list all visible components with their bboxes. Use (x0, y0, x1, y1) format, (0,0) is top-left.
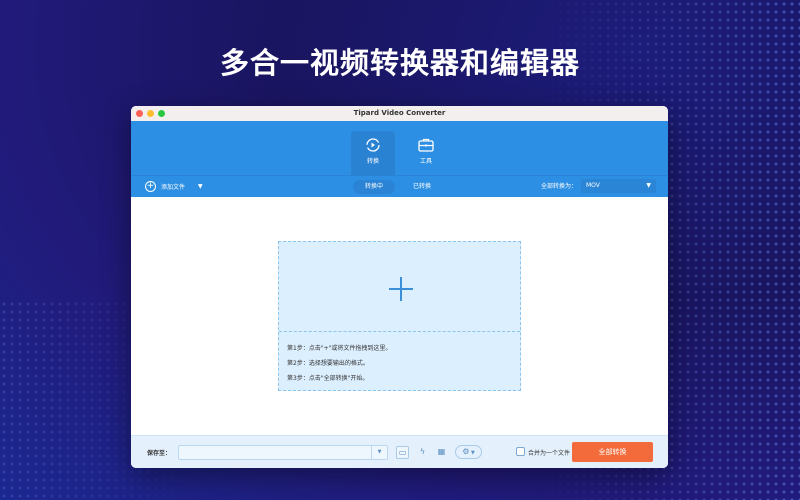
bottom-bar: 保存至： ▼ ▭ ϟ ▦ ⚙ ▼ 合并为一个文件 全部转换 (131, 435, 668, 468)
convert-all-button[interactable]: 全部转换 (572, 442, 653, 462)
format-select[interactable]: MOV ▼ (581, 179, 656, 193)
gpu-accel-button[interactable]: ▦ (435, 446, 448, 459)
hardware-accel-button[interactable]: ϟ (416, 446, 429, 459)
tab-tools[interactable]: 工具 (404, 131, 448, 175)
divider (279, 331, 520, 332)
chevron-down-icon[interactable]: ▼ (198, 183, 203, 190)
tab-convert[interactable]: 转换 (351, 131, 395, 175)
main-tabs: 转换 工具 (131, 121, 668, 175)
chevron-down-icon: ▼ (646, 182, 651, 189)
settings-button[interactable]: ⚙ ▼ (455, 445, 482, 459)
toolbox-icon (418, 138, 434, 152)
minimize-button[interactable] (147, 110, 154, 117)
close-button[interactable] (136, 110, 143, 117)
save-path-input[interactable]: ▼ (178, 445, 388, 460)
open-folder-button[interactable]: ▭ (396, 446, 409, 459)
add-file-label: 添加文件 (161, 184, 186, 191)
tab-label: 转换 (366, 158, 379, 165)
add-file-button[interactable]: + 添加文件 ▼ (145, 181, 203, 192)
merge-checkbox[interactable] (516, 447, 525, 456)
convert-all-to-label: 全部转换为： (541, 183, 578, 190)
step-text: 第1步：点击"+"或将文件拖拽到这里。 (287, 345, 392, 352)
toolbar: + 添加文件 ▼ 转换中 已转换 全部转换为： MOV ▼ (131, 175, 668, 197)
convert-icon (366, 138, 380, 152)
file-area: 第1步：点击"+"或将文件拖拽到这里。 第2步：选择想要输出的格式。 第3步：点… (131, 197, 668, 435)
merge-label: 合并为一个文件 (528, 450, 571, 457)
headline: 多合一视频转换器和编辑器 (219, 46, 580, 80)
chevron-down-icon[interactable]: ▼ (371, 446, 387, 459)
save-to-label: 保存至： (147, 450, 172, 457)
subtab-converting[interactable]: 转换中 (353, 180, 395, 194)
title-bar: Tipard Video Converter (131, 106, 668, 121)
zoom-button[interactable] (158, 110, 165, 117)
step-text: 第3步：点击"全部转换"开始。 (287, 375, 369, 382)
window-title: Tipard Video Converter (353, 109, 446, 117)
format-value: MOV (586, 182, 600, 189)
add-icon: + (145, 181, 156, 192)
plus-icon[interactable] (389, 277, 413, 301)
folder-icon: ▭ (398, 448, 407, 457)
subtab-converted[interactable]: 已转换 (406, 180, 438, 194)
app-window: Tipard Video Converter 转换 工具 + 添加文件 ▼ 转换… (131, 106, 668, 468)
step-text: 第2步：选择想要输出的格式。 (287, 360, 369, 367)
tab-label: 工具 (419, 158, 432, 165)
dropzone[interactable]: 第1步：点击"+"或将文件拖拽到这里。 第2步：选择想要输出的格式。 第3步：点… (278, 241, 521, 391)
chevron-down-icon: ▼ (469, 450, 475, 456)
lightning-icon: ϟ (419, 447, 426, 456)
gpu-icon: ▦ (437, 447, 446, 456)
